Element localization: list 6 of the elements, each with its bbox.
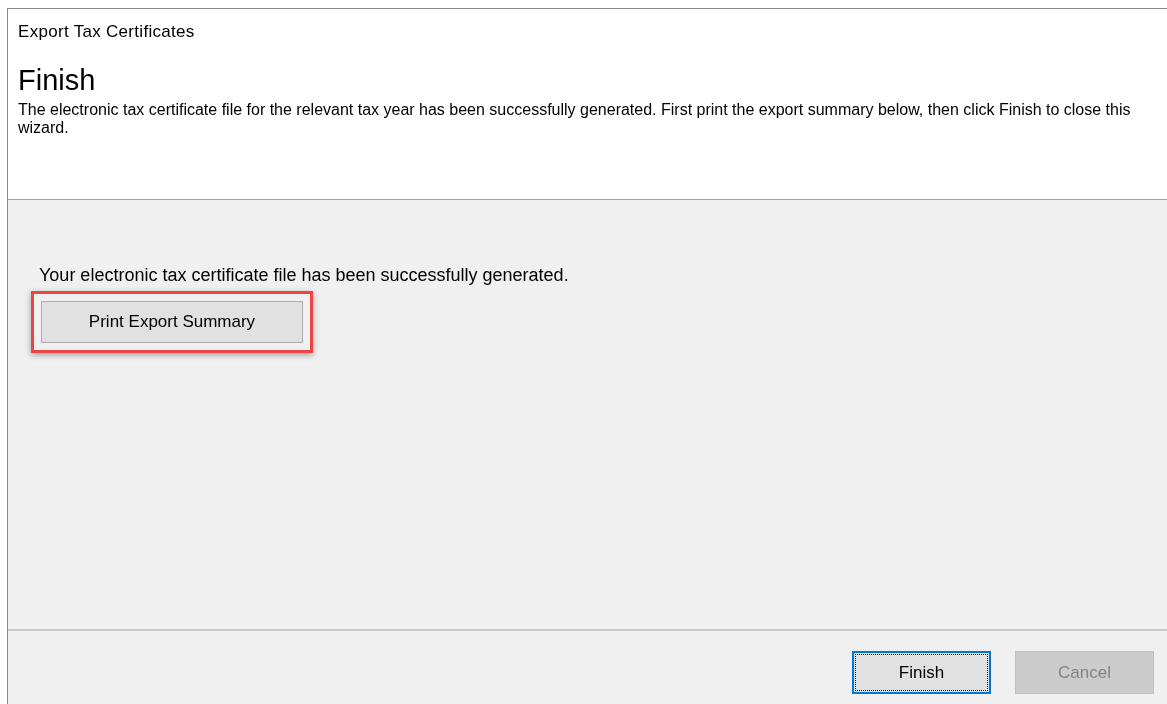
page-heading: Finish [18,65,97,95]
print-summary-button[interactable]: Print Export Summary [41,301,303,343]
wizard-button[interactable]: Finish [852,651,991,694]
page-description: The electronic tax certificate file for the relevant tax year has been successfully generated. First print the export summary below, then click Finish to close this wizard. [18,101,1132,137]
window-title: Export Tax Certificates [18,22,196,42]
status-message: Your electronic tax certificate file has been successfully generated. [39,264,569,287]
